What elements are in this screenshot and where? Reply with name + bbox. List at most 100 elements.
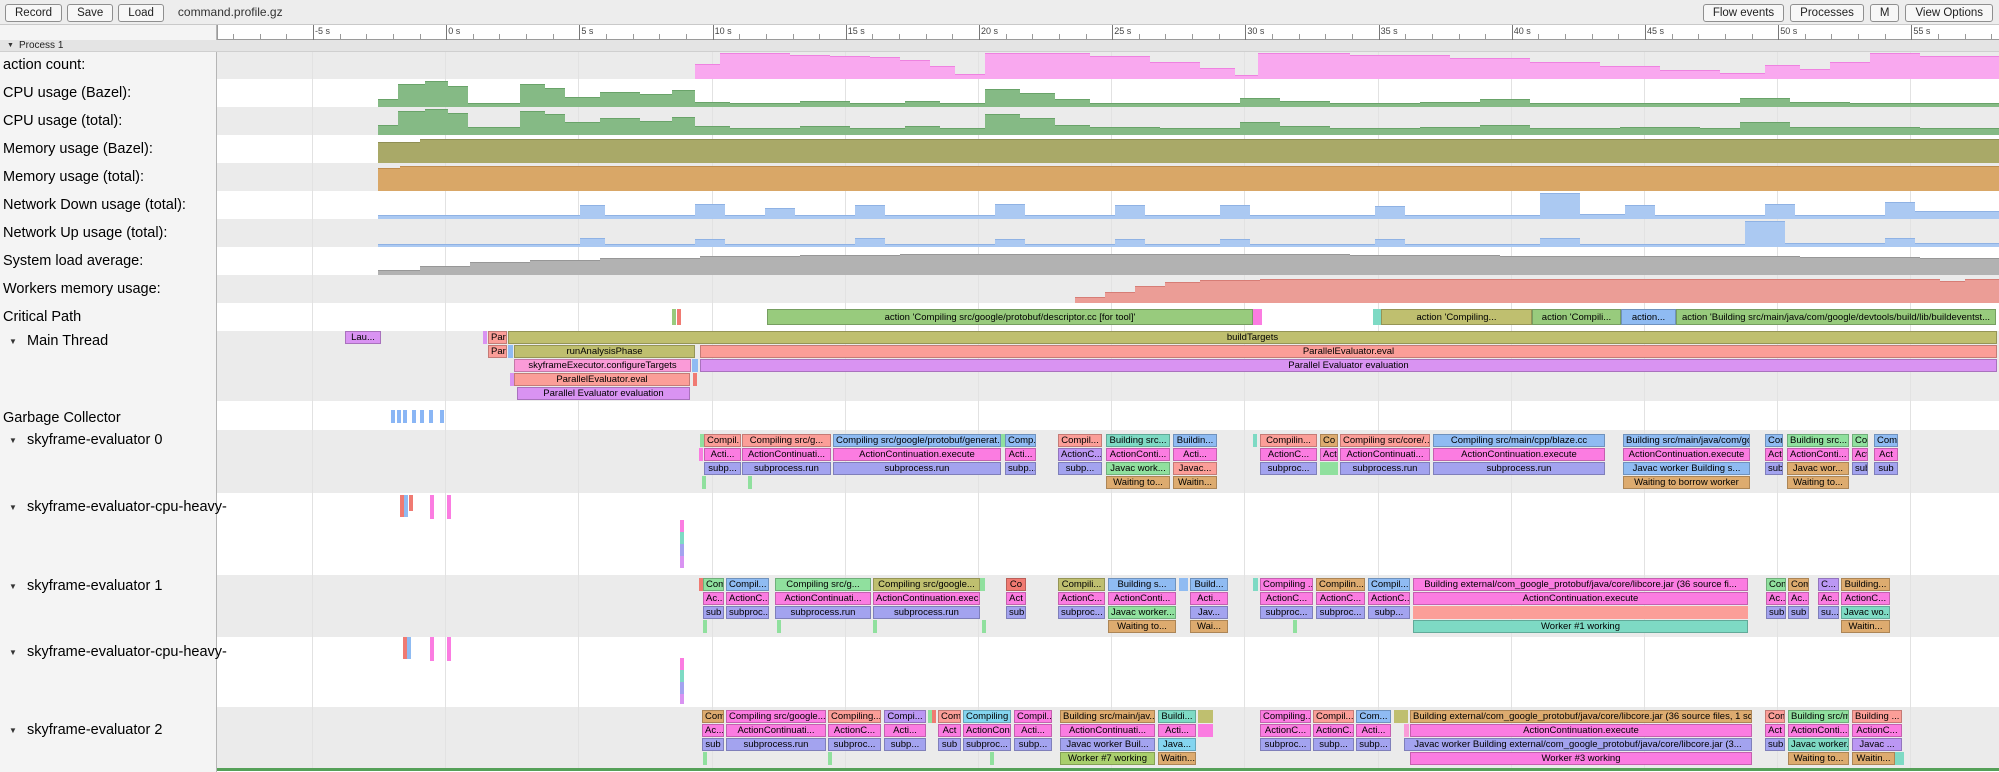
skyframe-evaluator-1-segment[interactable]: Jav... <box>1190 606 1228 619</box>
main-thread-segment[interactable]: Par <box>488 345 507 358</box>
main-thread-segment[interactable]: Parallel Evaluator evaluation <box>700 359 1997 372</box>
collapse-arrow-icon[interactable]: ▼ <box>9 337 17 346</box>
skyframe-evaluator-0-segment[interactable] <box>748 476 752 489</box>
skyframe-evaluator-0-segment[interactable]: Building src/main/java/com/go... <box>1623 434 1750 447</box>
time-ruler[interactable]: -5 s0 s5 s10 s15 s20 s25 s30 s35 s40 s45… <box>217 25 1999 40</box>
skyframe-evaluator-0-segment[interactable]: subp... <box>1058 462 1102 475</box>
toolbar-button-processes[interactable]: Processes <box>1790 4 1864 22</box>
collapse-arrow-icon[interactable]: ▼ <box>9 648 17 657</box>
skyframe-evaluator-2-segment[interactable]: subproc... <box>1260 738 1311 751</box>
skyframe-evaluator-cpu-heavy-2-segment[interactable] <box>447 637 451 661</box>
garbage-collector-segment[interactable] <box>412 410 416 423</box>
skyframe-evaluator-1-segment[interactable]: ActionConti... <box>1108 592 1176 605</box>
skyframe-evaluator-1-segment[interactable] <box>1179 578 1188 591</box>
garbage-collector-segment[interactable] <box>429 410 433 423</box>
main-thread-segment[interactable] <box>693 373 697 386</box>
critical-path-segment[interactable]: action 'Building src/main/java/com/googl… <box>1676 309 1996 325</box>
skyframe-evaluator-1-segment[interactable]: Building s... <box>1108 578 1176 591</box>
skyframe-evaluator-1-segment[interactable]: Ac... <box>1788 592 1809 605</box>
skyframe-evaluator-cpu-heavy-2-segment[interactable] <box>407 637 411 659</box>
skyframe-evaluator-2-segment[interactable]: Compiling src/google... <box>726 710 826 723</box>
skyframe-evaluator-2-segment[interactable]: ActionContinuati... <box>726 724 826 737</box>
skyframe-evaluator-0-segment[interactable]: Comp... <box>1005 434 1036 447</box>
skyframe-evaluator-2-segment[interactable]: Building src/ma... <box>1788 710 1849 723</box>
skyframe-evaluator-2-segment[interactable]: subp... <box>1014 738 1052 751</box>
skyframe-evaluator-1-segment[interactable]: Compil... <box>726 578 769 591</box>
skyframe-evaluator-1-segment[interactable]: Build... <box>1190 578 1228 591</box>
skyframe-evaluator-2-segment[interactable]: subp... <box>1313 738 1354 751</box>
skyframe-evaluator-2-segment[interactable]: Acti... <box>1158 724 1196 737</box>
toolbar-button-record[interactable]: Record <box>5 4 62 22</box>
skyframe-evaluator-cpu-heavy-2-segment[interactable] <box>680 658 684 670</box>
skyframe-evaluator-2-segment[interactable]: ActionC... <box>1260 724 1311 737</box>
main-thread-segment[interactable] <box>483 331 487 344</box>
main-thread-segment[interactable]: ParallelEvaluator.eval <box>514 373 690 386</box>
skyframe-evaluator-cpu-heavy-1-segment[interactable] <box>680 544 684 556</box>
skyframe-evaluator-2-segment[interactable]: Javac ... <box>1852 738 1902 751</box>
sidebar-item-main-thread[interactable]: ▼Main Thread <box>0 333 217 351</box>
skyframe-evaluator-cpu-heavy-1-segment[interactable] <box>447 495 451 519</box>
skyframe-evaluator-2-segment[interactable] <box>1394 710 1408 723</box>
skyframe-evaluator-0-segment[interactable]: ActionContinuation.execute <box>833 448 1001 461</box>
skyframe-evaluator-1-segment[interactable] <box>1293 620 1297 633</box>
main-thread-segment[interactable] <box>508 345 513 358</box>
critical-path-segment[interactable] <box>1373 309 1381 325</box>
skyframe-evaluator-0-segment[interactable]: Com <box>1765 434 1783 447</box>
skyframe-evaluator-0-segment[interactable]: Compilin... <box>1260 434 1317 447</box>
toolbar-button-load[interactable]: Load <box>118 4 164 22</box>
skyframe-evaluator-0-segment[interactable]: Co <box>1852 434 1868 447</box>
skyframe-evaluator-1-segment[interactable]: Compiling src/google... <box>873 578 980 591</box>
main-thread-segment[interactable]: ParallelEvaluator.eval <box>700 345 1997 358</box>
skyframe-evaluator-0-segment[interactable]: ActionContinuation.execute <box>1433 448 1605 461</box>
skyframe-evaluator-2-segment[interactable] <box>703 752 707 765</box>
skyframe-evaluator-1-segment[interactable]: Ac... <box>703 592 724 605</box>
skyframe-evaluator-2-segment[interactable]: ActionContinuati... <box>1060 724 1155 737</box>
skyframe-evaluator-2-segment[interactable]: subp... <box>884 738 926 751</box>
skyframe-evaluator-cpu-heavy-2-segment[interactable] <box>680 670 684 682</box>
skyframe-evaluator-0-segment[interactable]: Waiting to... <box>1787 476 1849 489</box>
skyframe-evaluator-0-segment[interactable]: Javac wor... <box>1787 462 1849 475</box>
skyframe-evaluator-1-segment[interactable]: Compili... <box>1058 578 1105 591</box>
skyframe-evaluator-0-segment[interactable] <box>699 448 703 461</box>
skyframe-evaluator-2-segment[interactable]: sub <box>702 738 724 751</box>
toolbar-button-flow-events[interactable]: Flow events <box>1703 4 1784 22</box>
skyframe-evaluator-1-segment[interactable]: Wai... <box>1190 620 1228 633</box>
skyframe-evaluator-2-segment[interactable]: Com <box>938 710 961 723</box>
collapse-arrow-icon[interactable]: ▼ <box>9 436 17 445</box>
skyframe-evaluator-cpu-heavy-1-segment[interactable] <box>680 520 684 532</box>
skyframe-evaluator-0-segment[interactable] <box>702 476 706 489</box>
skyframe-evaluator-1-segment[interactable]: Acti... <box>1190 592 1228 605</box>
skyframe-evaluator-0-segment[interactable]: Buildin... <box>1173 434 1217 447</box>
main-thread-segment[interactable]: Par <box>488 331 507 344</box>
collapse-arrow-icon[interactable]: ▼ <box>9 503 17 512</box>
skyframe-evaluator-1-segment[interactable]: Building... <box>1841 578 1890 591</box>
toolbar-button-save[interactable]: Save <box>67 4 113 22</box>
skyframe-evaluator-cpu-heavy-1-segment[interactable] <box>404 495 408 517</box>
skyframe-evaluator-1-segment[interactable]: ActionContinuation.execute <box>1413 592 1748 605</box>
skyframe-evaluator-cpu-heavy-1-segment[interactable] <box>409 495 413 511</box>
skyframe-evaluator-1-segment[interactable]: ActionC... <box>1058 592 1105 605</box>
timeline-canvas[interactable]: action 'Compiling src/google/protobuf/de… <box>0 0 1999 772</box>
collapse-arrow-icon[interactable]: ▼ <box>7 42 14 49</box>
skyframe-evaluator-0-segment[interactable]: sub <box>1874 462 1898 475</box>
skyframe-evaluator-1-segment[interactable]: Ac... <box>1818 592 1839 605</box>
skyframe-evaluator-1-segment[interactable]: subproc... <box>1316 606 1365 619</box>
main-thread-segment[interactable]: Parallel Evaluator evaluation <box>517 387 690 400</box>
skyframe-evaluator-0-segment[interactable]: Building src... <box>1787 434 1849 447</box>
skyframe-evaluator-1-segment[interactable]: Worker #1 working <box>1413 620 1748 633</box>
garbage-collector-segment[interactable] <box>440 410 444 423</box>
critical-path-segment[interactable] <box>677 309 681 325</box>
skyframe-evaluator-0-segment[interactable]: Compil... <box>704 434 741 447</box>
process-header[interactable]: ▼Process 1 <box>0 40 1999 52</box>
skyframe-evaluator-2-segment[interactable]: Act <box>1765 724 1785 737</box>
skyframe-evaluator-1-segment[interactable]: Act <box>1006 592 1026 605</box>
main-thread-segment[interactable]: runAnalysisPhase <box>514 345 695 358</box>
critical-path-segment[interactable]: action... <box>1621 309 1676 325</box>
skyframe-evaluator-1-segment[interactable]: sub <box>703 606 724 619</box>
skyframe-evaluator-2-segment[interactable]: ActionConti... <box>1788 724 1849 737</box>
toolbar-button-m[interactable]: M <box>1870 4 1900 22</box>
skyframe-evaluator-2-segment[interactable]: Acti... <box>884 724 926 737</box>
sidebar-item-skyframe-evaluator-1[interactable]: ▼skyframe-evaluator 1 <box>0 578 217 596</box>
skyframe-evaluator-0-segment[interactable]: Compiling src/google/protobuf/generat... <box>833 434 1001 447</box>
skyframe-evaluator-0-segment[interactable]: Javac worker Building s... <box>1623 462 1750 475</box>
